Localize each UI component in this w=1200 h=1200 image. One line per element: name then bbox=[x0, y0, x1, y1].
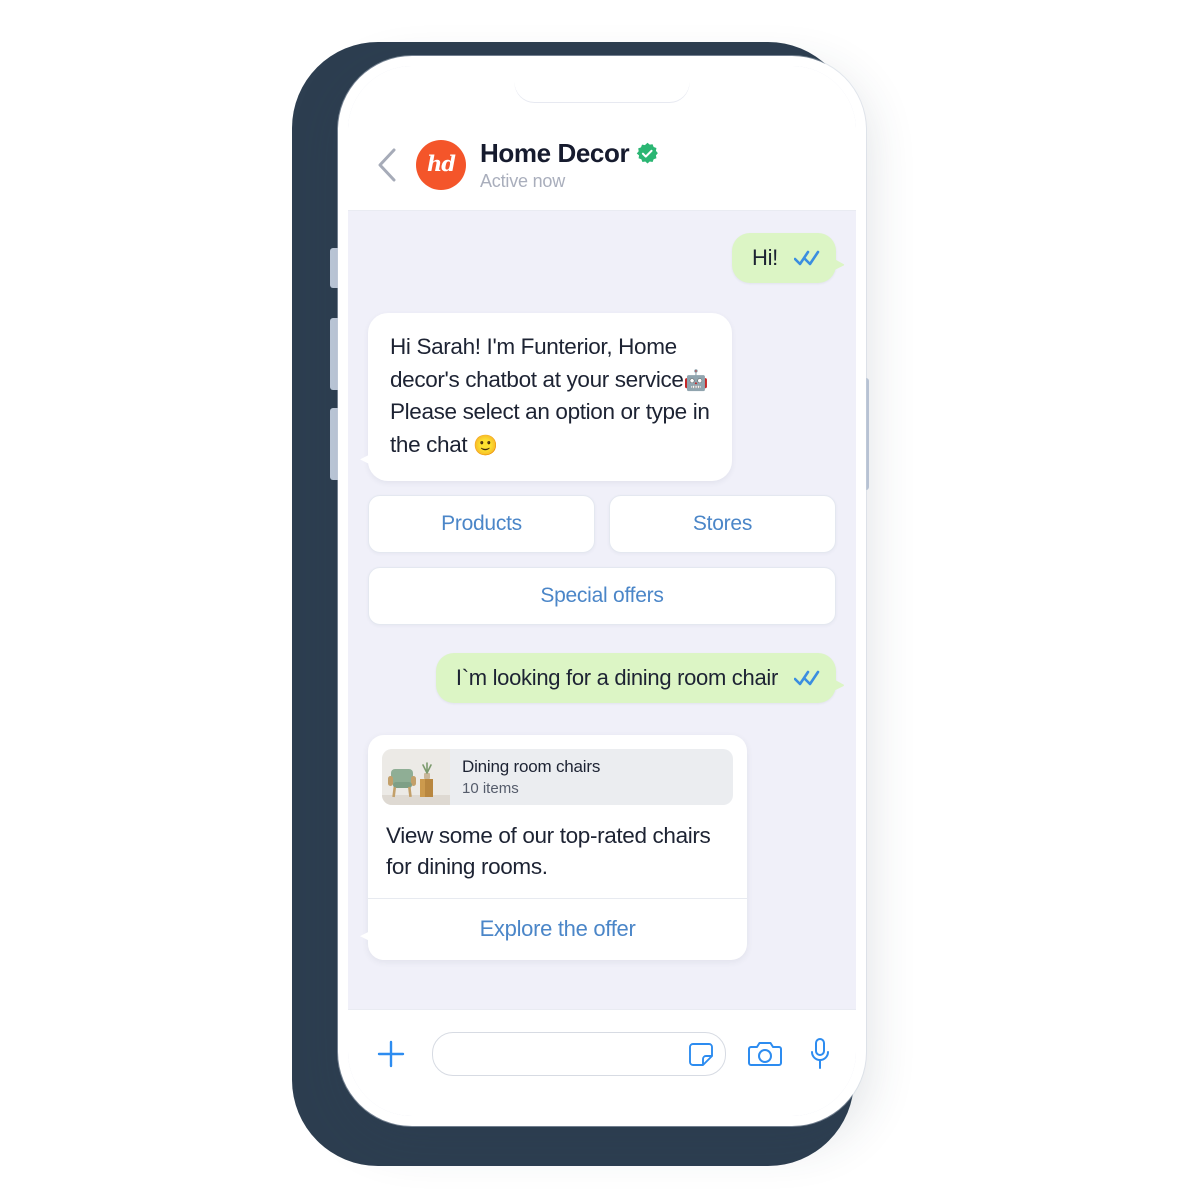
camera-icon bbox=[748, 1042, 782, 1066]
quick-reply-products[interactable]: Products bbox=[368, 495, 595, 554]
explore-the-offer-label: Explore the offer bbox=[479, 916, 636, 942]
message-input[interactable] bbox=[451, 1042, 687, 1066]
phone-device: hd Home Decor Active now Hi! Hi Sarah! I… bbox=[338, 56, 866, 1126]
sticker-button[interactable] bbox=[687, 1040, 715, 1068]
message-composer bbox=[348, 1009, 856, 1116]
product-card-header[interactable]: Dining room chairs 10 items bbox=[382, 749, 734, 806]
message-input-wrapper[interactable] bbox=[432, 1032, 726, 1076]
double-check-icon bbox=[794, 671, 820, 686]
bot-line-1: Hi Sarah! I'm Funterior, Home bbox=[390, 333, 677, 359]
back-button[interactable] bbox=[364, 148, 410, 182]
explore-the-offer-button[interactable]: Explore the offer bbox=[368, 898, 748, 960]
phone-screen: hd Home Decor Active now Hi! Hi Sarah! I… bbox=[348, 66, 856, 1116]
bot-line-4: the chat bbox=[390, 431, 468, 457]
quick-reply-label: Stores bbox=[692, 512, 753, 536]
header-title-row: Home Decor bbox=[480, 138, 659, 169]
dining-chair-photo bbox=[382, 749, 450, 806]
device-notch bbox=[514, 66, 690, 102]
outgoing-message-bubble: Hi! bbox=[732, 232, 836, 283]
stage: hd Home Decor Active now Hi! Hi Sarah! I… bbox=[0, 0, 1200, 1200]
product-card-count: 10 items bbox=[462, 779, 519, 797]
product-card: Dining room chairs 10 items View some of… bbox=[368, 735, 748, 961]
chevron-left-icon bbox=[378, 148, 396, 182]
smiley-emoji-icon: 🙂 bbox=[473, 434, 498, 457]
product-card-meta: Dining room chairs 10 items bbox=[450, 756, 612, 798]
microphone-icon bbox=[811, 1038, 829, 1069]
message-text: I`m looking for a dining room chair bbox=[455, 665, 778, 691]
header-meta: Home Decor Active now bbox=[480, 138, 659, 192]
bot-line-3: Please select an option or type in bbox=[390, 399, 710, 425]
message-text: Hi Sarah! I'm Funterior, Home decor's ch… bbox=[390, 331, 710, 462]
product-card-title: Dining room chairs bbox=[462, 757, 601, 777]
quick-reply-label: Special offers bbox=[540, 584, 664, 608]
product-card-inner: Dining room chairs 10 items View some of… bbox=[368, 735, 747, 898]
plus-icon bbox=[377, 1040, 405, 1068]
double-check-icon bbox=[794, 250, 820, 266]
add-attachment-button[interactable] bbox=[374, 1037, 408, 1071]
message-row: Hi! bbox=[368, 232, 836, 283]
incoming-message-bubble: Hi Sarah! I'm Funterior, Home decor's ch… bbox=[368, 312, 732, 482]
avatar-initials: hd bbox=[427, 151, 456, 177]
page-title: Home Decor bbox=[480, 138, 630, 168]
avatar[interactable]: hd bbox=[416, 139, 466, 190]
quick-reply-group: Products Stores Special offers bbox=[368, 495, 836, 626]
quick-reply-stores[interactable]: Stores bbox=[609, 495, 836, 554]
message-row: I`m looking for a dining room chair bbox=[368, 653, 836, 704]
verified-badge-icon bbox=[636, 142, 659, 164]
quick-reply-special-offers[interactable]: Special offers bbox=[368, 567, 836, 626]
bot-line-2: decor's chatbot at your service bbox=[390, 366, 684, 392]
message-list: Hi! Hi Sarah! I'm Funterior, Home decor'… bbox=[348, 210, 856, 1009]
message-row: Hi Sarah! I'm Funterior, Home decor's ch… bbox=[368, 312, 836, 482]
message-row: Dining room chairs 10 items View some of… bbox=[368, 731, 836, 961]
product-card-description: View some of our top-rated chairs for di… bbox=[386, 823, 711, 879]
camera-button[interactable] bbox=[748, 1039, 782, 1069]
quick-reply-label: Products bbox=[441, 512, 522, 536]
robot-emoji-icon: 🤖 bbox=[683, 369, 709, 392]
status-text: Active now bbox=[480, 170, 566, 191]
microphone-button[interactable] bbox=[808, 1037, 832, 1071]
sticker-icon bbox=[689, 1043, 713, 1066]
message-text: Hi! bbox=[752, 244, 778, 270]
outgoing-message-bubble: I`m looking for a dining room chair bbox=[435, 653, 836, 704]
